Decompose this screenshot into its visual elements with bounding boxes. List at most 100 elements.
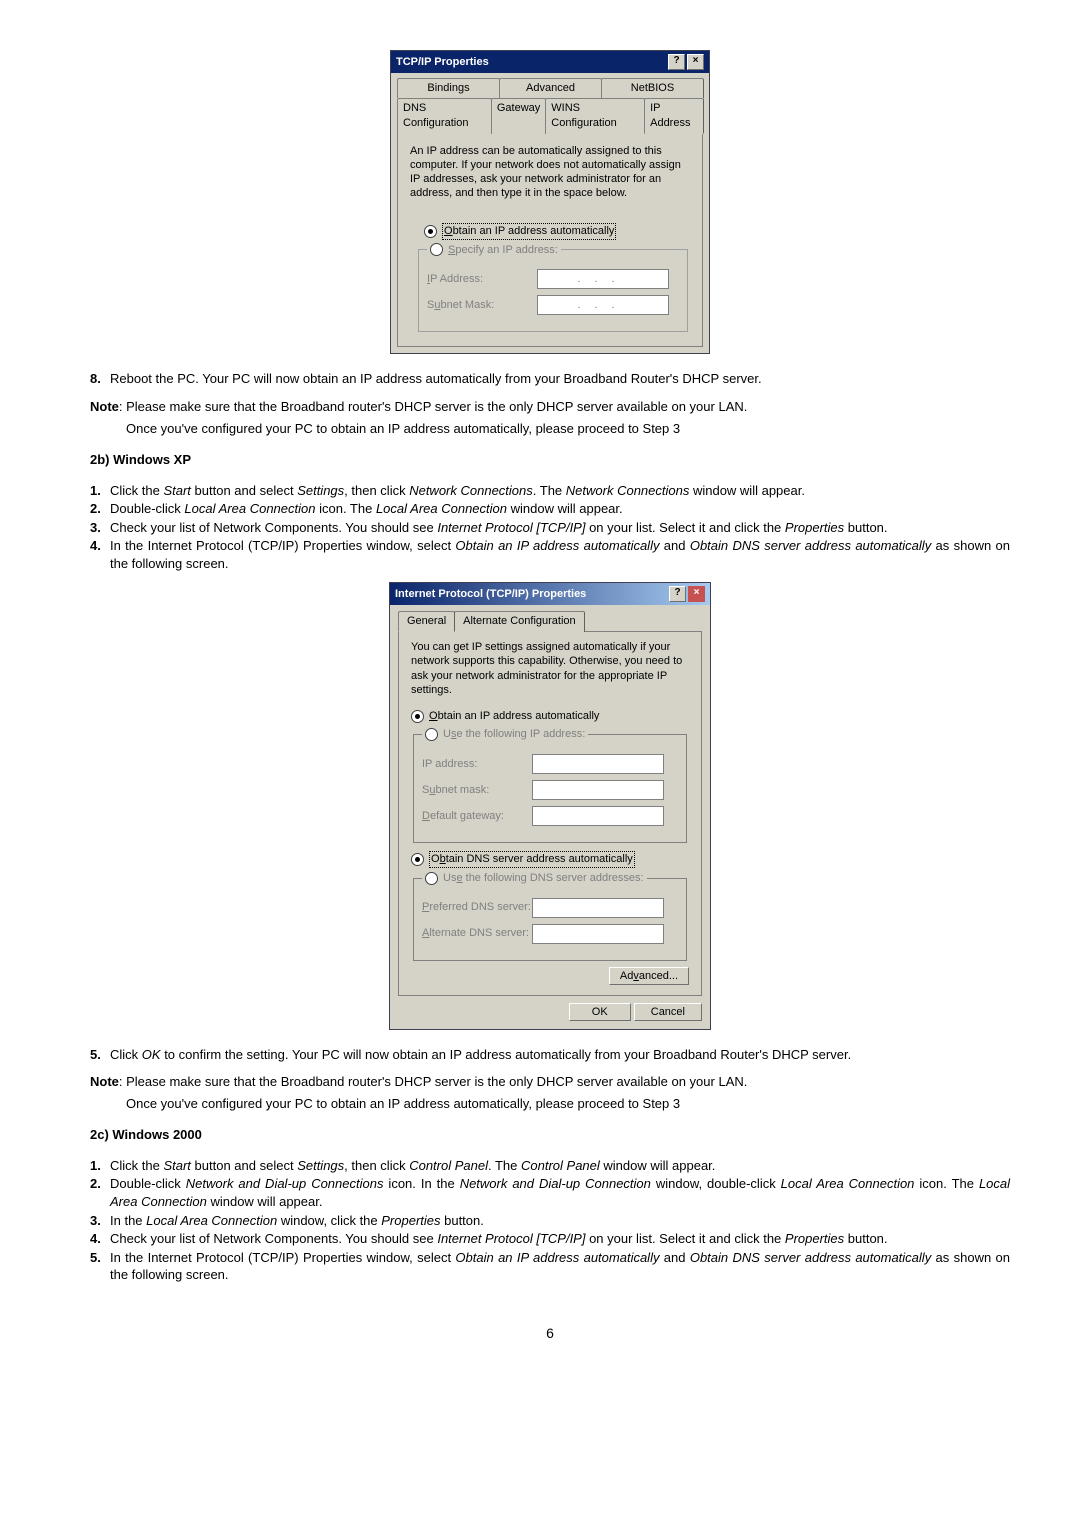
dialog-button-row: OK Cancel [390,1000,710,1029]
close-button[interactable]: × [688,586,705,602]
tab-bindings[interactable]: Bindings [397,78,500,98]
titlebar: TCP/IP Properties ? × [391,51,709,73]
section-2b-list: 1.Click the Start button and select Sett… [90,482,1010,573]
tcpip-properties-dialog: TCP/IP Properties ? × Bindings Advanced … [390,50,710,354]
step-8: 8. Reboot the PC. Your PC will now obtai… [90,370,1010,388]
subnet-mask-label: Subnet mask: [422,783,532,798]
list-body: Click OK to confirm the setting. Your PC… [110,1046,1010,1064]
ip-address-label: IP address: [422,757,532,772]
list-body: Double-click Local Area Connection icon.… [110,500,1010,518]
note-text: : Please make sure that the Broadband ro… [119,1074,747,1089]
list-body: In the Internet Protocol (TCP/IP) Proper… [110,537,1010,572]
close-button[interactable]: × [687,54,704,70]
list-number: 4. [90,537,110,572]
radio-obtain-auto-label: Obtain an IP address automatically [442,223,616,240]
preferred-dns-input[interactable] [532,898,664,918]
tab-general[interactable]: General [398,611,455,632]
tab-content: You can get IP settings assigned automat… [398,631,702,996]
list-number: 5. [90,1046,110,1064]
list-body: Check your list of Network Components. Y… [110,1230,1010,1248]
radio-icon [430,243,443,256]
radio-use-following-ip[interactable]: Use the following IP address: [425,727,585,742]
tab-content: An IP address can be automatically assig… [397,133,703,348]
note-1-line2: Once you've configured your PC to obtain… [126,420,1010,438]
radio-icon [425,728,438,741]
section-2c-list: 1.Click the Start button and select Sett… [90,1157,1010,1284]
specify-ip-group: Specify an IP address: IP Address: ... S… [418,243,688,333]
ip-tcpip-properties-dialog: Internet Protocol (TCP/IP) Properties ? … [389,582,711,1029]
list-body: Double-click Network and Dial-up Connect… [110,1175,1010,1210]
radio-icon [424,225,437,238]
tab-strip: General Alternate Configuration [390,605,710,632]
tab-gateway[interactable]: Gateway [491,98,546,134]
list-number: 5. [90,1249,110,1284]
list-body: Check your list of Network Components. Y… [110,519,1010,537]
alternate-dns-input[interactable] [532,924,664,944]
radio-obtain-auto[interactable]: Obtain an IP address automatically [424,223,690,240]
radio-icon [425,872,438,885]
radio-use-following-dns[interactable]: Use the following DNS server addresses: [425,871,644,886]
step-5: 5.Click OK to confirm the setting. Your … [90,1046,1010,1064]
radio-obtain-ip-auto-label: Obtain an IP address automatically [429,709,599,724]
note-lead: Note [90,399,119,414]
radio-specify-ip-label: Specify an IP address: [448,243,558,258]
subnet-mask-label: Subnet Mask: [427,298,537,313]
list-body: Reboot the PC. Your PC will now obtain a… [110,370,1010,388]
note-text: : Please make sure that the Broadband ro… [119,399,747,414]
tab-row-2: DNS Configuration Gateway WINS Configura… [391,98,709,134]
radio-use-following-dns-label: Use the following DNS server addresses: [443,871,644,886]
cancel-button[interactable]: Cancel [634,1003,702,1021]
preferred-dns-label: Preferred DNS server: [422,900,532,915]
tab-alternate-config[interactable]: Alternate Configuration [454,611,585,632]
ok-button[interactable]: OK [569,1003,631,1021]
radio-obtain-dns-auto-label: Obtain DNS server address automatically [429,851,635,868]
default-gateway-label: Default gateway: [422,809,532,824]
default-gateway-input[interactable] [532,806,664,826]
titlebar: Internet Protocol (TCP/IP) Properties ? … [390,583,710,605]
list-number: 3. [90,519,110,537]
note-2: Note: Please make sure that the Broadban… [90,1073,1010,1091]
radio-obtain-ip-auto[interactable]: Obtain an IP address automatically [411,709,689,724]
subnet-mask-input[interactable] [532,780,664,800]
list-number: 2. [90,1175,110,1210]
section-2b-heading: 2b) Windows XP [90,451,1010,469]
radio-use-following-ip-label: Use the following IP address: [443,727,585,742]
dialog-title: Internet Protocol (TCP/IP) Properties [395,587,667,602]
tab-netbios[interactable]: NetBIOS [601,78,704,98]
alternate-dns-label: Alternate DNS server: [422,926,532,941]
list-number: 2. [90,500,110,518]
ip-address-input[interactable]: ... [537,269,669,289]
note-1: Note: Please make sure that the Broadban… [90,398,1010,416]
tab-advanced[interactable]: Advanced [499,78,602,98]
dialog-description: An IP address can be automatically assig… [410,144,690,201]
list-number: 1. [90,1157,110,1175]
ip-address-input[interactable] [532,754,664,774]
use-dns-group: Use the following DNS server addresses: … [413,871,687,961]
dialog-title: TCP/IP Properties [396,55,666,70]
tab-row-1: Bindings Advanced NetBIOS [391,73,709,98]
list-number: 8. [90,370,110,388]
list-number: 3. [90,1212,110,1230]
ip-address-label: IP Address: [427,272,537,287]
tab-dns-config[interactable]: DNS Configuration [397,98,492,134]
use-ip-group: Use the following IP address: IP address… [413,727,687,843]
dialog-description: You can get IP settings assigned automat… [411,640,689,697]
radio-icon [411,710,424,723]
radio-icon [411,853,424,866]
note-lead: Note [90,1074,119,1089]
subnet-mask-input[interactable]: ... [537,295,669,315]
advanced-button[interactable]: Advanced... [609,967,689,985]
list-body: In the Local Area Connection window, cli… [110,1212,1010,1230]
note-2-line2: Once you've configured your PC to obtain… [126,1095,1010,1113]
radio-obtain-dns-auto[interactable]: Obtain DNS server address automatically [411,851,689,868]
tab-ip-address[interactable]: IP Address [644,98,704,134]
help-button[interactable]: ? [669,586,686,602]
page-number: 6 [90,1324,1010,1343]
radio-specify-ip[interactable]: Specify an IP address: [430,243,558,258]
list-body: Click the Start button and select Settin… [110,482,1010,500]
list-body: In the Internet Protocol (TCP/IP) Proper… [110,1249,1010,1284]
list-number: 1. [90,482,110,500]
list-body: Click the Start button and select Settin… [110,1157,1010,1175]
tab-wins-config[interactable]: WINS Configuration [545,98,645,134]
help-button[interactable]: ? [668,54,685,70]
